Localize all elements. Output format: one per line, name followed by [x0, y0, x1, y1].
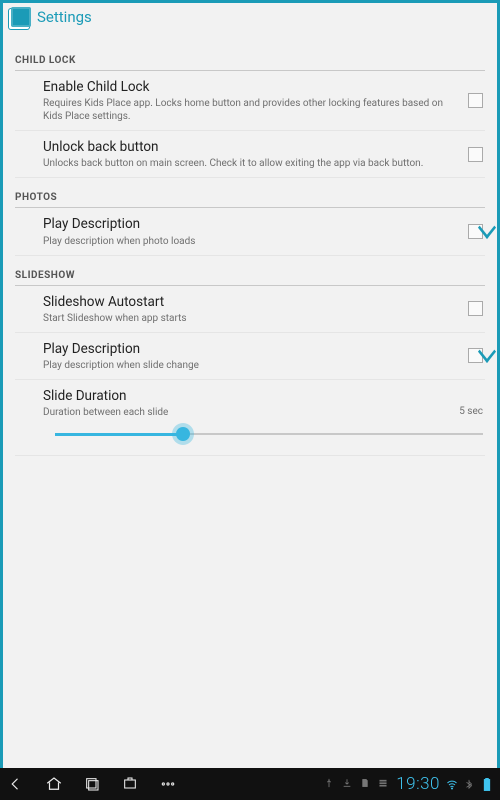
page-title: Settings	[37, 8, 92, 26]
wifi-icon	[446, 778, 458, 790]
home-icon[interactable]	[44, 774, 64, 794]
status-area[interactable]: 19:30	[324, 774, 494, 794]
app-icon	[11, 7, 31, 27]
pref-summary: Unlocks back button on main screen. Chec…	[43, 157, 451, 170]
pref-title: Play Description	[43, 215, 451, 233]
pref-summary: Play description when slide change	[43, 359, 451, 372]
pref-enable-child-lock[interactable]: Enable Child Lock Requires Kids Place ap…	[15, 71, 485, 131]
menu-icon[interactable]	[158, 774, 178, 794]
pref-summary: Start Slideshow when app starts	[43, 312, 451, 325]
bluetooth-icon	[464, 778, 476, 790]
pref-summary: Play description when photo loads	[43, 235, 451, 248]
checkbox-unlock-back[interactable]	[468, 147, 483, 162]
slider-thumb[interactable]	[176, 427, 190, 441]
pref-slide-duration[interactable]: Slide Duration Duration between each sli…	[15, 380, 485, 421]
options-icon	[378, 778, 390, 790]
pref-unlock-back[interactable]: Unlock back button Unlocks back button o…	[15, 131, 485, 178]
download-icon	[342, 778, 354, 790]
slider-fill	[55, 433, 183, 436]
slide-duration-slider[interactable]	[55, 425, 483, 443]
pref-summary: Requires Kids Place app. Locks home butt…	[43, 97, 451, 123]
recent-apps-icon[interactable]	[82, 774, 102, 794]
pref-title: Enable Child Lock	[43, 78, 451, 96]
category-slideshow: SLIDESHOW	[15, 256, 485, 286]
checkbox-slideshow-play-description[interactable]	[468, 348, 483, 363]
settings-list: CHILD LOCK Enable Child Lock Requires Ki…	[3, 33, 497, 456]
screenshot-icon[interactable]	[120, 774, 140, 794]
pref-title: Play Description	[43, 340, 451, 358]
pref-title: Unlock back button	[43, 138, 451, 156]
action-bar: Settings	[3, 3, 497, 33]
checkbox-slideshow-autostart[interactable]	[468, 301, 483, 316]
pref-title: Slideshow Autostart	[43, 293, 451, 311]
battery-icon	[482, 778, 494, 790]
checkbox-photos-play-description[interactable]	[468, 224, 483, 239]
usb-icon	[324, 778, 336, 790]
back-icon[interactable]	[6, 774, 26, 794]
sd-card-icon	[360, 778, 372, 790]
category-child-lock: CHILD LOCK	[15, 41, 485, 71]
pref-slideshow-play-description[interactable]: Play Description Play description when s…	[15, 333, 485, 380]
slide-duration-value: 5 sec	[459, 406, 483, 419]
clock: 19:30	[396, 774, 440, 794]
pref-title: Slide Duration	[43, 387, 459, 405]
category-photos: PHOTOS	[15, 178, 485, 208]
system-nav-bar: 19:30	[0, 768, 500, 800]
pref-photos-play-description[interactable]: Play Description Play description when p…	[15, 208, 485, 255]
pref-summary: Duration between each slide	[43, 406, 459, 419]
pref-slideshow-autostart[interactable]: Slideshow Autostart Start Slideshow when…	[15, 286, 485, 333]
checkbox-enable-child-lock[interactable]	[468, 93, 483, 108]
